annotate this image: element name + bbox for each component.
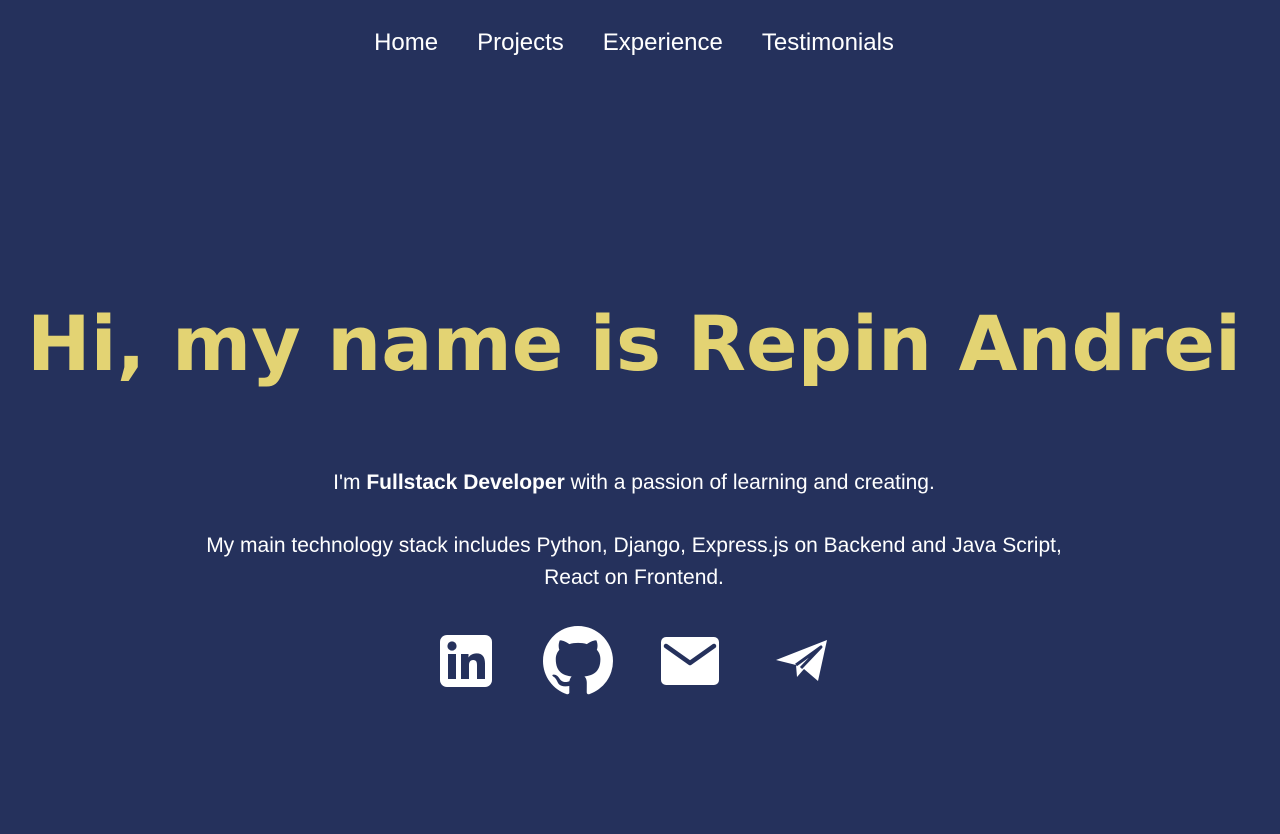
nav-experience-link[interactable]: Experience — [603, 27, 723, 59]
main-nav: Home Projects Experience Testimonials — [0, 27, 1268, 59]
telegram-link[interactable] — [767, 626, 837, 696]
intro-prefix: I'm — [333, 471, 367, 494]
nav-home-link[interactable]: Home — [374, 27, 438, 59]
github-icon — [543, 626, 613, 695]
nav-projects-link[interactable]: Projects — [477, 27, 564, 59]
hero-title: Hi, my name is Repin Andrei — [27, 299, 1241, 388]
email-link[interactable] — [655, 626, 725, 696]
linkedin-icon — [440, 635, 492, 687]
intro-role: Fullstack Developer — [366, 471, 565, 494]
hero-intro: I'm Fullstack Developer with a passion o… — [0, 469, 1268, 497]
social-links — [0, 626, 1268, 696]
intro-suffix: with a passion of learning and creating. — [564, 471, 935, 494]
github-link[interactable] — [543, 626, 613, 696]
mail-icon — [661, 637, 719, 685]
linkedin-link[interactable] — [431, 626, 501, 696]
nav-testimonials-link[interactable]: Testimonials — [762, 27, 894, 59]
telegram-icon — [776, 640, 827, 681]
hero-stack-text: My main technology stack includes Python… — [206, 534, 1062, 589]
